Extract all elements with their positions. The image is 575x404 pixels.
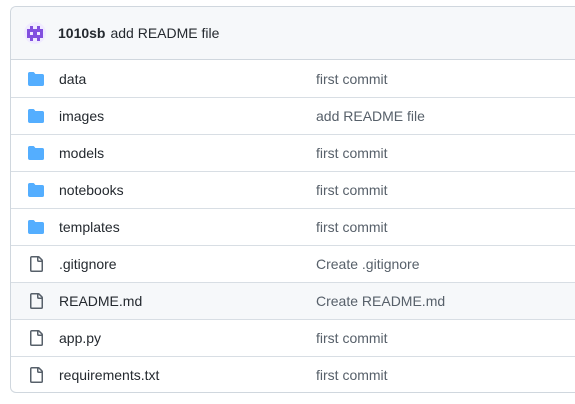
- file-name-link[interactable]: README.md: [59, 293, 142, 309]
- commit-message-link[interactable]: first commit: [316, 145, 388, 161]
- file-icon: [28, 330, 44, 346]
- file-name-link[interactable]: app.py: [59, 330, 101, 346]
- file-list: data first commit images add README file…: [11, 60, 575, 392]
- commit-message-link[interactable]: first commit: [316, 182, 388, 198]
- file-row[interactable]: notebooks first commit: [11, 171, 575, 208]
- file-name-link[interactable]: requirements.txt: [59, 367, 159, 383]
- file-icon: [28, 293, 44, 309]
- file-browser: 1010sb add README file data first commit…: [10, 6, 575, 393]
- latest-commit-bar: 1010sb add README file: [11, 7, 575, 60]
- commit-message-link[interactable]: first commit: [316, 71, 388, 87]
- file-name-link[interactable]: images: [59, 108, 104, 124]
- file-row[interactable]: models first commit: [11, 134, 575, 171]
- folder-icon: [28, 108, 44, 124]
- commit-message-link[interactable]: Create README.md: [316, 293, 445, 309]
- commit-message-link[interactable]: first commit: [316, 367, 388, 383]
- folder-icon: [28, 182, 44, 198]
- file-name-link[interactable]: templates: [59, 219, 120, 235]
- file-name-link[interactable]: notebooks: [59, 182, 124, 198]
- pixel-avatar-icon[interactable]: [24, 22, 46, 44]
- file-row[interactable]: data first commit: [11, 60, 575, 97]
- file-row[interactable]: images add README file: [11, 97, 575, 134]
- file-row[interactable]: templates first commit: [11, 208, 575, 245]
- file-row[interactable]: app.py first commit: [11, 319, 575, 356]
- commit-author-link[interactable]: 1010sb: [58, 25, 105, 41]
- folder-icon: [28, 219, 44, 235]
- file-name-link[interactable]: data: [59, 71, 86, 87]
- file-row[interactable]: .gitignore Create .gitignore: [11, 245, 575, 282]
- folder-icon: [28, 71, 44, 87]
- file-row[interactable]: README.md Create README.md: [11, 282, 575, 319]
- file-name-link[interactable]: models: [59, 145, 104, 161]
- folder-icon: [28, 145, 44, 161]
- commit-message-link[interactable]: add README file: [316, 108, 425, 124]
- commit-message-link[interactable]: Create .gitignore: [316, 256, 420, 272]
- file-name-link[interactable]: .gitignore: [59, 256, 117, 272]
- commit-message-link[interactable]: first commit: [316, 219, 388, 235]
- file-icon: [28, 367, 44, 383]
- commit-message-link[interactable]: add README file: [110, 25, 219, 41]
- file-icon: [28, 256, 44, 272]
- commit-message-link[interactable]: first commit: [316, 330, 388, 346]
- file-row[interactable]: requirements.txt first commit: [11, 356, 575, 392]
